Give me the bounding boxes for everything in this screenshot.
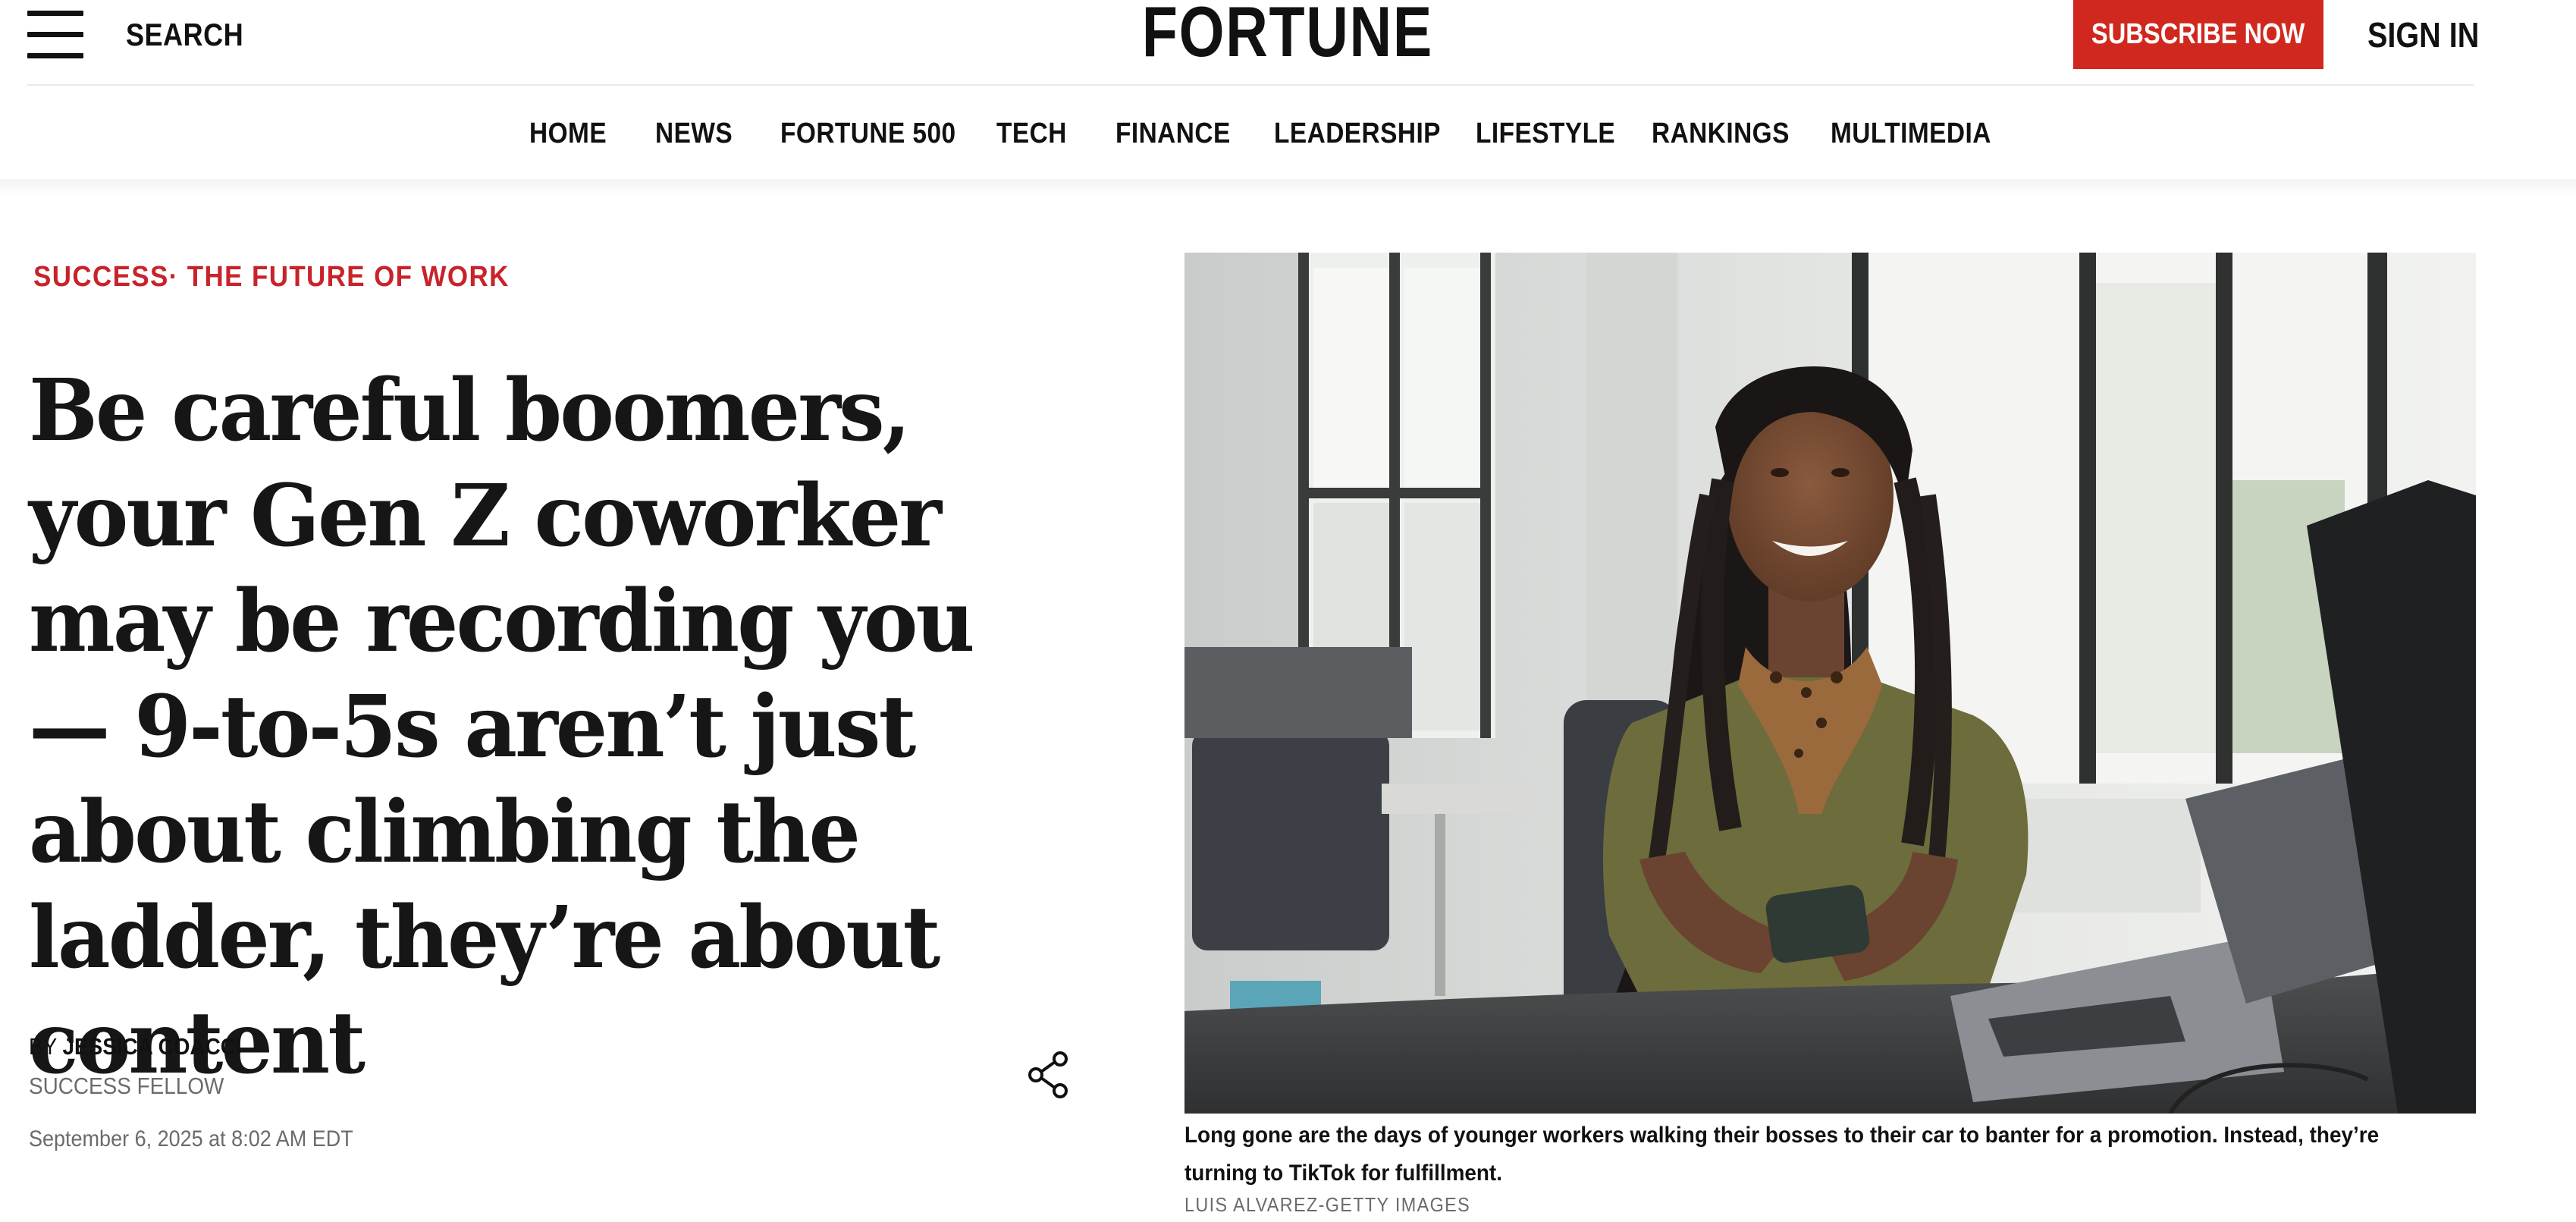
subscribe-button[interactable]: SUBSCRIBE NOW xyxy=(2073,0,2323,69)
fortune-logo[interactable]: FORTUNE xyxy=(1142,0,1432,68)
share-icon[interactable] xyxy=(1027,1051,1074,1098)
site-header: SEARCH FORTUNE SUBSCRIBE NOW SIGN IN xyxy=(0,0,2576,86)
image-caption: Long gone are the days of younger worker… xyxy=(1184,1123,2380,1186)
nav-item-finance[interactable]: FINANCE xyxy=(1115,115,1231,152)
nav-item-home[interactable]: HOME xyxy=(529,115,607,152)
nav-item-rankings[interactable]: RANKINGS xyxy=(1652,115,1790,152)
author-link[interactable]: JESSICA COACCI xyxy=(62,1033,241,1060)
nav-shadow xyxy=(0,179,2576,196)
image-credit: LUIS ALVAREZ-GETTY IMAGES xyxy=(1184,1193,1471,1216)
kicker-separator: · xyxy=(168,261,179,293)
byline-prefix: BY xyxy=(29,1033,63,1060)
hamburger-menu-icon[interactable] xyxy=(27,11,83,59)
nav-item-multimedia[interactable]: MULTIMEDIA xyxy=(1831,115,1991,152)
sign-in-link[interactable]: SIGN IN xyxy=(2367,15,2479,55)
byline: BY JESSICA COACCI xyxy=(29,1030,242,1063)
article-kicker: SUCCESS· THE FUTURE OF WORK xyxy=(33,258,510,296)
nav-item-news[interactable]: NEWS xyxy=(655,115,733,152)
hero-image xyxy=(1184,253,2476,1114)
publish-date: September 6, 2025 at 8:02 AM EDT xyxy=(29,1126,353,1151)
subscribe-button-label: SUBSCRIBE NOW xyxy=(2091,18,2305,50)
search-button[interactable]: SEARCH xyxy=(126,15,243,55)
author-title: SUCCESS FELLOW xyxy=(29,1073,224,1099)
main-nav: HOME NEWS FORTUNE 500 TECH FINANCE LEADE… xyxy=(0,86,2576,180)
nav-item-fortune-500[interactable]: FORTUNE 500 xyxy=(780,115,956,152)
subsection-link[interactable]: THE FUTURE OF WORK xyxy=(187,261,510,293)
nav-item-leadership[interactable]: LEADERSHIP xyxy=(1274,115,1441,152)
nav-item-tech[interactable]: TECH xyxy=(996,115,1067,152)
nav-item-lifestyle[interactable]: LIFESTYLE xyxy=(1476,115,1615,152)
section-link[interactable]: SUCCESS xyxy=(33,261,169,293)
article-headline: Be careful boomers, your Gen Z coworker … xyxy=(29,361,975,1093)
